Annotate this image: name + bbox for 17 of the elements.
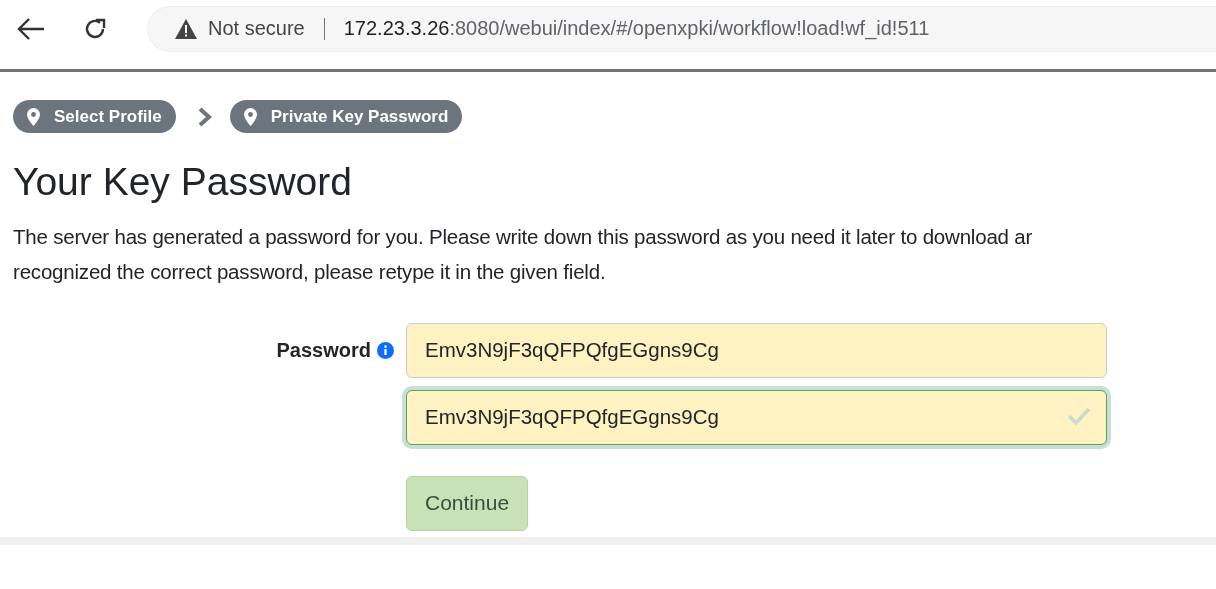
info-icon[interactable]: [377, 341, 394, 359]
page-heading: Your Key Password: [13, 159, 353, 205]
back-icon[interactable]: [16, 15, 46, 42]
security-label: Not secure: [208, 17, 305, 40]
breadcrumb-step[interactable]: Private Key Password: [229, 100, 463, 133]
check-icon: [1067, 405, 1091, 426]
map-pin-icon: [243, 107, 257, 126]
description-text: The server has generated a password for you. Please write down this password as you need it later to download ar recognized the correct password, please retype it in the given field.: [13, 223, 1034, 285]
address-bar[interactable]: Not secure 172.23.3.26:8080/webui/index/#/openxpki/workflow!load!wf_id!511: [148, 6, 1216, 51]
breadcrumb-step[interactable]: Select Profile: [13, 100, 176, 133]
chevron-right-icon: [197, 106, 212, 127]
map-pin-icon: [27, 107, 40, 126]
password-field[interactable]: Emv3N9jF3qQFPQfgEGgns9Cg: [406, 322, 1107, 378]
confirm-password-field[interactable]: Emv3N9jF3qQFPQfgEGgns9Cg: [406, 389, 1107, 445]
url-text: 172.23.3.26:8080/webui/index/#/openxpki/workflow!load!wf_id!511: [343, 17, 930, 40]
warning-icon: [174, 17, 198, 40]
field-label: Password: [276, 338, 371, 362]
